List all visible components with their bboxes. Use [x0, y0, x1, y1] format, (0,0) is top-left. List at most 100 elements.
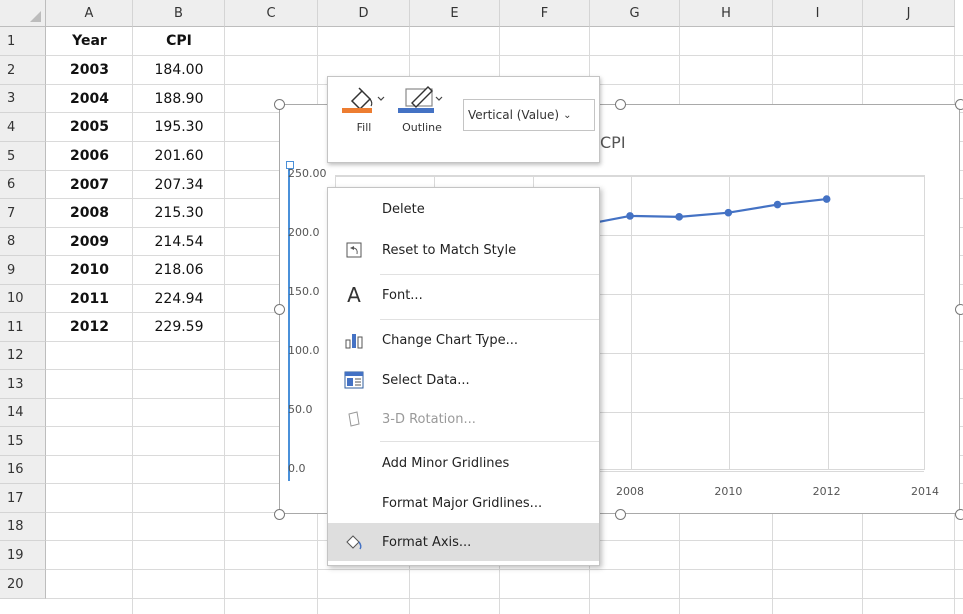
menu-item-format-axis[interactable]: Format Axis... [328, 523, 599, 561]
row-header-10[interactable]: 10 [0, 285, 46, 313]
data-point[interactable] [675, 213, 683, 221]
format-axis-icon [343, 531, 365, 553]
row-header-17[interactable]: 17 [0, 484, 46, 513]
menu-item-add-minor-gridlines[interactable]: Add Minor Gridlines [328, 444, 599, 482]
column-header-h[interactable]: H [680, 0, 773, 27]
header-cell[interactable]: Year [46, 29, 133, 53]
year-cell[interactable]: 2012 [46, 315, 133, 339]
cpi-cell[interactable]: 184.00 [133, 58, 225, 82]
menu-separator [380, 319, 599, 320]
cpi-cell[interactable]: 188.90 [133, 87, 225, 111]
outline-button[interactable]: Outline [398, 83, 446, 134]
row-header-7[interactable]: 7 [0, 199, 46, 228]
cpi-cell[interactable]: 224.94 [133, 287, 225, 311]
chart-element-dropdown[interactable]: Vertical (Value) ⌄ [463, 99, 595, 131]
column-header-i[interactable]: I [773, 0, 863, 27]
year-cell[interactable]: 2008 [46, 201, 133, 225]
chart-resize-handle-bottom-left[interactable] [274, 509, 285, 520]
menu-item-label: Format Major Gridlines... [382, 495, 543, 511]
row-header-13[interactable]: 13 [0, 370, 46, 399]
row-header-4[interactable]: 4 [0, 113, 46, 142]
menu-item-label: Reset to Match Style [382, 242, 517, 258]
year-cell[interactable]: 2006 [46, 144, 133, 168]
cpi-cell[interactable]: 214.54 [133, 230, 225, 254]
year-cell[interactable]: 2010 [46, 258, 133, 282]
row-header-1[interactable]: 1 [0, 27, 46, 56]
row-header-16[interactable]: 16 [0, 456, 46, 484]
data-point[interactable] [822, 195, 831, 203]
row-header-2[interactable]: 2 [0, 56, 46, 85]
x-tick-label: 2008 [616, 485, 644, 498]
fill-button[interactable]: Fill [342, 83, 386, 134]
chart-element-value: Vertical (Value) [468, 108, 560, 122]
column-header-c[interactable]: C [225, 0, 318, 27]
menu-item-change-chart-type[interactable]: Change Chart Type... [328, 321, 599, 359]
chart-resize-handle-top-left[interactable] [274, 99, 285, 110]
column-header-j[interactable]: J [863, 0, 955, 27]
data-point[interactable] [724, 208, 733, 217]
column-header-g[interactable]: G [590, 0, 680, 27]
spreadsheet-grid[interactable]: ABCDEFGHIJ 1 2 3 4 5 6 7 8 9 10 11 12 13 14 15 16 17 18 19… [0, 0, 963, 614]
x-tick-label: 2012 [812, 485, 841, 498]
chart-resize-handle-bottom[interactable] [615, 509, 626, 520]
row-header-3[interactable]: 3 [0, 85, 46, 113]
row-gridline [46, 569, 963, 570]
cpi-cell[interactable]: 207.34 [133, 173, 225, 197]
select-all-corner[interactable] [0, 0, 46, 27]
menu-separator [380, 274, 599, 275]
menu-item-reset-to-match-style[interactable]: Reset to Match Style [328, 231, 599, 269]
x-tick-label: 2014 [911, 485, 939, 498]
row-header-6[interactable]: 6 [0, 171, 46, 199]
select-all-triangle-icon [30, 11, 41, 22]
format-mini-toolbar: Fill Outline Vertical (Value) ⌄ [327, 76, 600, 163]
menu-item-label: Delete [382, 201, 425, 217]
column-header-f[interactable]: F [500, 0, 590, 27]
column-header-d[interactable]: D [318, 0, 410, 27]
cpi-cell[interactable]: 229.59 [133, 315, 225, 339]
year-cell[interactable]: 2005 [46, 115, 133, 139]
menu-item-label: Format Axis... [382, 534, 472, 550]
chart-resize-handle-left[interactable] [274, 304, 285, 315]
chart-resize-handle-right[interactable] [955, 304, 963, 315]
cpi-cell[interactable]: 218.06 [133, 258, 225, 282]
menu-item-select-data[interactable]: Select Data... [328, 361, 599, 399]
data-point[interactable] [626, 212, 634, 220]
reset-style-icon [343, 239, 365, 261]
x-tick-label: 2010 [714, 485, 743, 498]
row-header-15[interactable]: 15 [0, 427, 46, 456]
select-data-icon [343, 369, 365, 391]
year-cell[interactable]: 2004 [46, 87, 133, 111]
menu-item-delete[interactable]: Delete [328, 190, 599, 228]
row-header-11[interactable]: 11 [0, 313, 46, 342]
font-icon: A [347, 283, 361, 307]
year-cell[interactable]: 2003 [46, 58, 133, 82]
year-cell[interactable]: 2007 [46, 173, 133, 197]
row-header-14[interactable]: 14 [0, 399, 46, 427]
data-point[interactable] [773, 200, 782, 209]
row-header-9[interactable]: 9 [0, 256, 46, 285]
chart-resize-handle-bottom-right[interactable] [955, 509, 963, 520]
cpi-cell[interactable]: 215.30 [133, 201, 225, 225]
column-header-a[interactable]: A [46, 0, 133, 27]
row-header-18[interactable]: 18 [0, 513, 46, 541]
header-cell[interactable]: CPI [133, 29, 225, 53]
row-header-20[interactable]: 20 [0, 570, 46, 599]
paint-bucket-icon [342, 83, 386, 113]
column-header-e[interactable]: E [410, 0, 500, 27]
menu-separator [380, 441, 599, 442]
row-header-5[interactable]: 5 [0, 142, 46, 171]
rotation-icon [343, 408, 365, 430]
chart-resize-handle-top[interactable] [615, 99, 626, 110]
cpi-cell[interactable]: 201.60 [133, 144, 225, 168]
row-header-8[interactable]: 8 [0, 228, 46, 256]
chart-resize-handle-top-right[interactable] [955, 99, 963, 110]
menu-item-format-major-gridlines[interactable]: Format Major Gridlines... [328, 484, 599, 522]
fill-label: Fill [356, 121, 372, 134]
row-header-19[interactable]: 19 [0, 541, 46, 570]
cpi-cell[interactable]: 195.30 [133, 115, 225, 139]
year-cell[interactable]: 2011 [46, 287, 133, 311]
year-cell[interactable]: 2009 [46, 230, 133, 254]
column-header-b[interactable]: B [133, 0, 225, 27]
menu-item-font[interactable]: A Font... [328, 276, 599, 314]
row-header-12[interactable]: 12 [0, 342, 46, 370]
